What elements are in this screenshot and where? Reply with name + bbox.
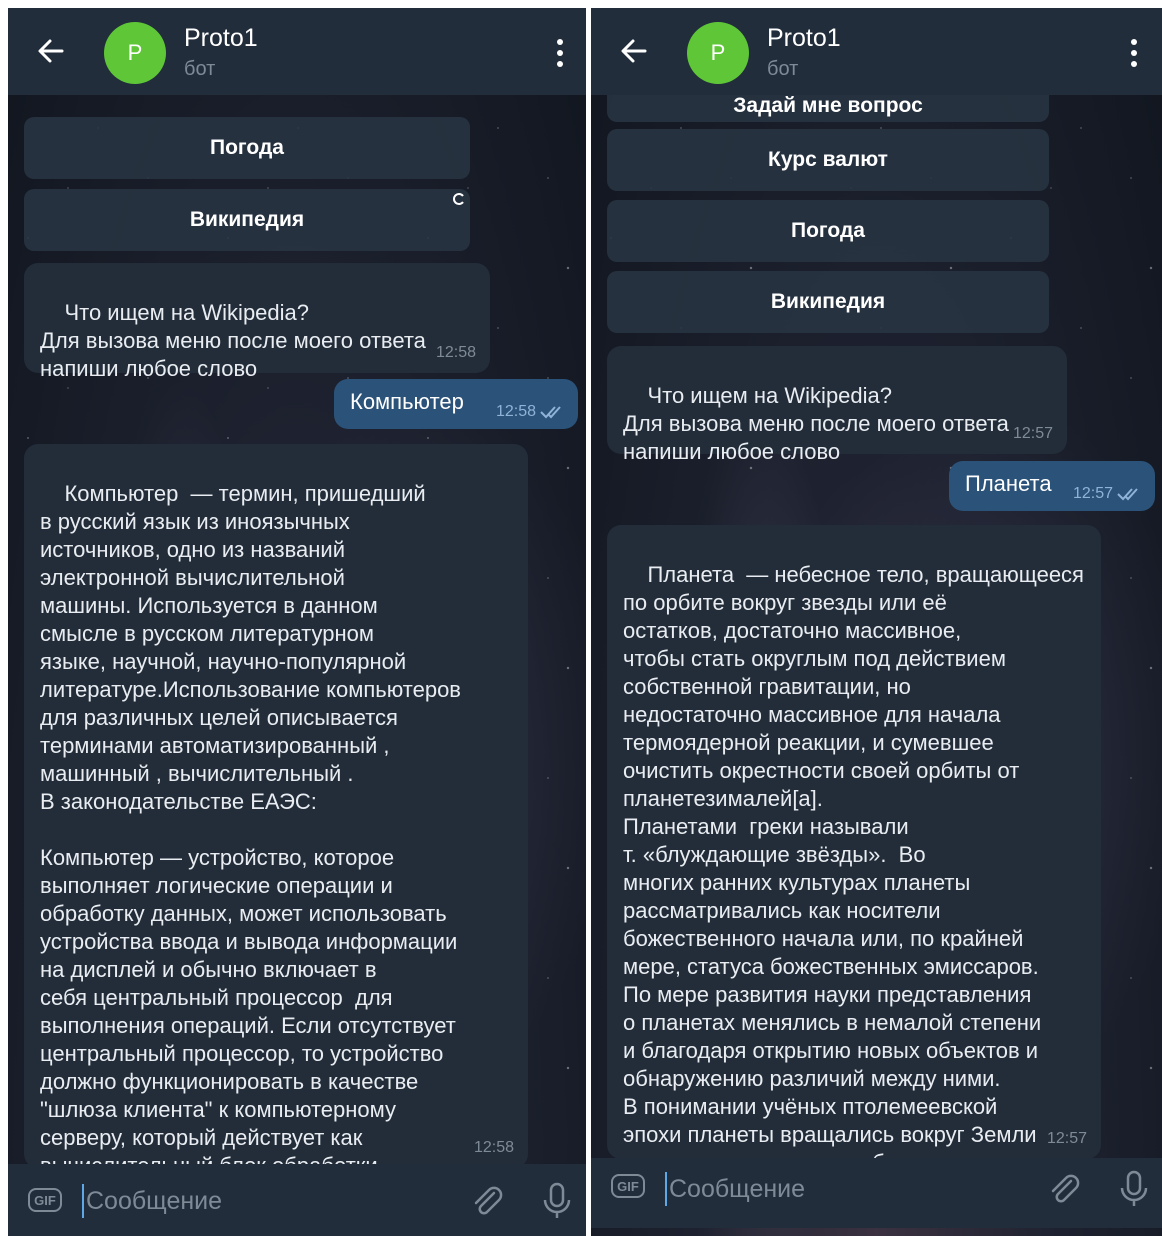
message-text: Планета [965,471,1052,496]
message-input[interactable] [82,1184,446,1218]
bot-message-prompt: Что ищем на Wikipedia? Для вызова меню п… [24,263,490,381]
keyboard-button-wikipedia[interactable]: Википедия [24,189,470,251]
microphone-icon[interactable] [542,1182,572,1220]
keyboard-button-currency[interactable]: Курс валют [607,129,1049,191]
message-text: Компьютер — термин, пришедший в русский … [40,481,461,1178]
gif-icon[interactable]: GIF [28,1188,62,1212]
keyboard-button-weather[interactable]: Погода [24,117,470,179]
message-time: 12:57 [1012,425,1053,442]
chat-header: P Proto1 бот [8,8,586,95]
keyboard-button-wikipedia[interactable]: Википедия [607,271,1049,333]
back-arrow-icon[interactable] [619,36,649,66]
microphone-icon[interactable] [1119,1170,1149,1208]
bot-message-answer: Компьютер — термин, пришедший в русский … [24,444,528,1178]
avatar[interactable]: P [687,22,749,84]
message-text: Планета — небесное тело, вращающееся по … [623,562,1084,1175]
message-time: 12:58 [495,403,536,420]
gif-icon[interactable]: GIF [611,1174,645,1198]
more-vertical-icon[interactable] [1130,38,1138,68]
chat-title[interactable]: Proto1 [767,24,841,53]
chat-subtitle: бот [184,58,216,80]
right-chat-screen: P Proto1 бот Задай мне вопрос Курс валют… [591,8,1162,1236]
chat-header: P Proto1 бот [591,8,1162,95]
keyboard-button-weather[interactable]: Погода [607,200,1049,262]
double-check-icon [1117,488,1138,501]
back-arrow-icon[interactable] [36,36,66,66]
message-time: 12:58 [435,344,476,361]
more-vertical-icon[interactable] [556,38,564,68]
message-text: Компьютер [350,389,464,414]
bot-message-prompt: Что ищем на Wikipedia? Для вызова меню п… [607,346,1067,464]
message-text: Что ищем на Wikipedia? Для вызова меню п… [40,300,426,381]
bot-message-answer: Планета — небесное тело, вращающееся по … [607,525,1101,1175]
paperclip-icon[interactable] [470,1184,504,1218]
chat-title[interactable]: Proto1 [184,24,258,53]
link-button-icon [453,193,464,205]
message-time: 12:57 [1072,485,1113,502]
avatar[interactable]: P [104,22,166,84]
left-chat-screen: P Proto1 бот Погода Википедия Что ищем н… [8,8,586,1236]
user-message: Компьютер 12:58 [334,379,578,429]
chat-subtitle: бот [767,58,799,80]
message-time: 12:57 [1046,1130,1087,1147]
user-message: Планета 12:57 [949,461,1155,511]
message-input[interactable] [665,1172,1029,1206]
double-check-icon [540,406,561,419]
message-time: 12:58 [473,1139,514,1156]
paperclip-icon[interactable] [1047,1172,1081,1206]
message-text: Что ищем на Wikipedia? Для вызова меню п… [623,383,1009,464]
message-composer: GIF [591,1158,1162,1228]
message-composer: GIF [8,1164,586,1236]
